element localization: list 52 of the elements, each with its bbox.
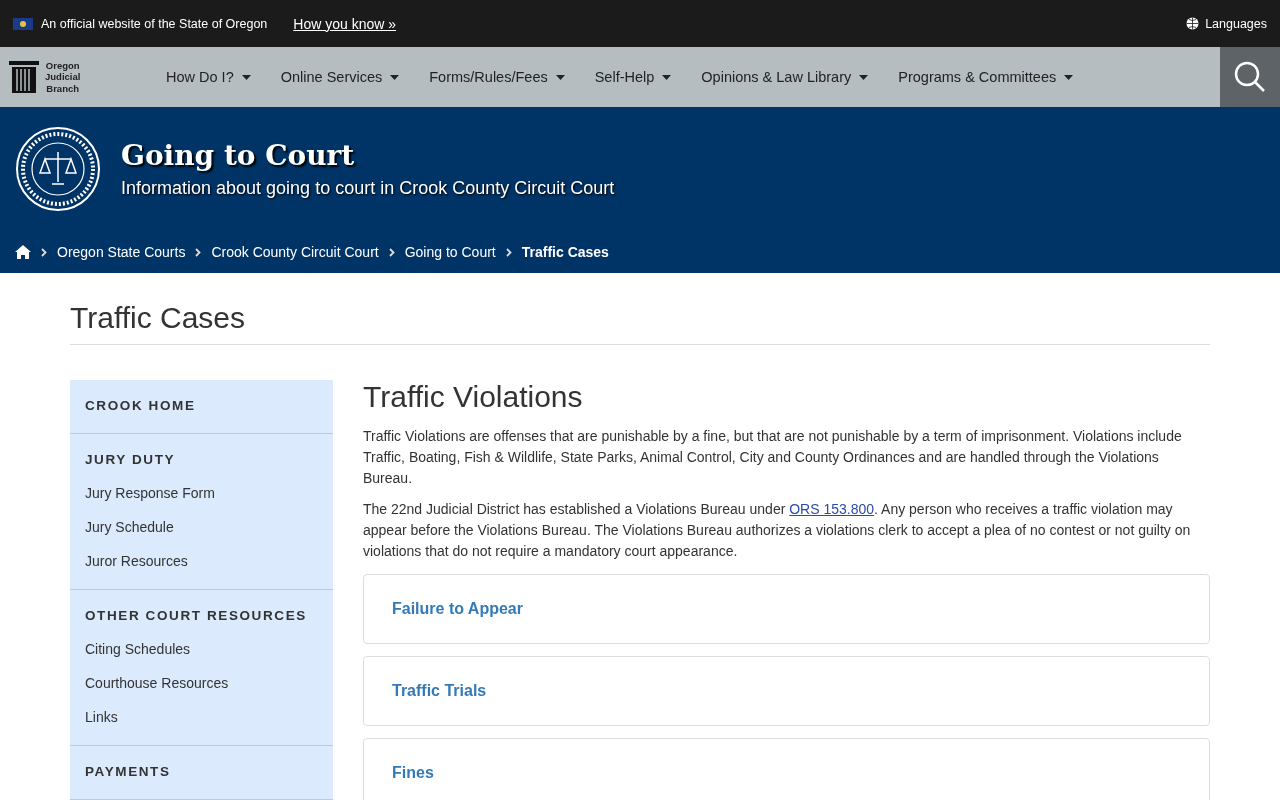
- official-site-text: An official website of the State of Oregon: [41, 16, 268, 31]
- how-you-know-link[interactable]: How you know »: [293, 15, 396, 32]
- breadcrumb-link[interactable]: Oregon State Courts: [57, 244, 186, 260]
- sidebar-heading[interactable]: PAYMENTS: [85, 764, 318, 779]
- seal-icon: [15, 126, 101, 212]
- accordion-link[interactable]: Failure to Appear: [392, 600, 523, 618]
- sidebar-item[interactable]: Courthouse Resources: [85, 667, 318, 701]
- paragraph: Traffic Violations are offenses that are punishable by a fine, but that are not punishable by a term of imprisonment. Violations include Traffic, Boating, Fish & Wildlife, State Parks, Animal Control, City and County Ordinances and are handled through the Violations Bureau.: [363, 427, 1183, 488]
- caret-icon: [390, 74, 400, 80]
- caret-icon: [662, 74, 672, 80]
- sidebar-heading[interactable]: JURY DUTY: [85, 452, 318, 467]
- search-button[interactable]: [1220, 47, 1280, 107]
- logo-text: Oregon Judicial Branch: [45, 59, 81, 95]
- sidebar-item[interactable]: Jury Schedule: [85, 511, 318, 545]
- caret-icon: [1064, 74, 1074, 80]
- accordion-link[interactable]: Fines: [392, 764, 434, 782]
- nav-menu-item[interactable]: Forms/Rules/Fees: [429, 69, 565, 85]
- caret-icon: [241, 74, 251, 80]
- hero-title: Going to Court: [121, 139, 356, 172]
- nav-menu-item[interactable]: Opinions & Law Library: [701, 69, 869, 85]
- breadcrumb-link[interactable]: Traffic Cases: [521, 244, 609, 260]
- nav-menu-item[interactable]: How Do I?: [166, 69, 251, 85]
- caret-icon: [859, 74, 869, 80]
- ors-link[interactable]: ORS 153.800: [789, 501, 875, 517]
- caret-icon: [555, 74, 565, 80]
- sidebar-item[interactable]: Juror Resources: [85, 545, 318, 579]
- breadcrumb-link[interactable]: Crook County Circuit Court: [211, 244, 379, 260]
- page-title: Traffic Cases: [70, 301, 1210, 345]
- nav-menu-item[interactable]: Self-Help: [594, 69, 672, 85]
- accordion-link[interactable]: Traffic Trials: [392, 682, 487, 700]
- paragraph: The 22nd Judicial District has established a Violations Bureau under ORS 153.800. Any person who receives a traffic violation may appear before the Violations Bureau. The Violations Bureau authorizes a violations clerk to accept a plea of no contest or not guilty on violations that do not require a mandatory court appearance.: [363, 500, 1192, 561]
- sidebar-item[interactable]: Links: [85, 701, 318, 735]
- chevron-icon: [505, 247, 512, 257]
- sidebar-heading[interactable]: OTHER COURT RESOURCES: [85, 608, 318, 623]
- sidebar-heading[interactable]: CROOK HOME: [85, 398, 318, 413]
- chevron-icon: [388, 247, 395, 257]
- article-title: Traffic Violations: [363, 380, 584, 414]
- flag-icon: [13, 17, 33, 30]
- nav-menu-item[interactable]: Online Services: [280, 69, 400, 85]
- globe-icon: [1186, 17, 1200, 30]
- column-icon: [9, 61, 39, 93]
- sidebar-item[interactable]: Citing Schedules: [85, 633, 318, 667]
- breadcrumb-link[interactable]: Going to Court: [404, 244, 496, 260]
- languages-link[interactable]: Languages: [1186, 16, 1267, 31]
- chevron-icon: [195, 247, 202, 257]
- logo[interactable]: Oregon Judicial Branch: [0, 59, 157, 95]
- sidebar-item[interactable]: Jury Response Form: [85, 477, 318, 511]
- chevron-icon: [41, 247, 47, 257]
- nav-menu-item[interactable]: Programs & Committees: [898, 69, 1074, 85]
- home-icon[interactable]: [15, 245, 31, 259]
- search-icon: [1233, 60, 1267, 94]
- hero-subtitle: Information about going to court in Crook County Circuit Court: [121, 178, 615, 199]
